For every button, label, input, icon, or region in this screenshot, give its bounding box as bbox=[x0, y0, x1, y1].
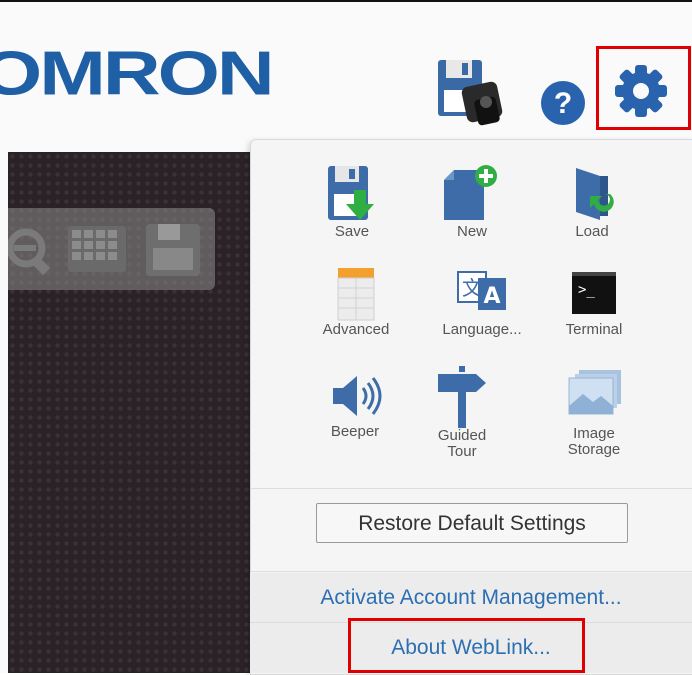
svg-text:>_: >_ bbox=[578, 282, 595, 298]
omron-logo: OMRON bbox=[0, 38, 275, 108]
terminal-label: Terminal bbox=[565, 321, 623, 338]
guided-tour-label-2: Tour bbox=[447, 443, 477, 460]
menu-item-image-storage[interactable]: Image Storage bbox=[534, 366, 654, 458]
guided-tour-label-1: Guided bbox=[437, 427, 487, 444]
language-label: Language... bbox=[442, 321, 522, 338]
grid-icon[interactable] bbox=[68, 226, 126, 272]
save-label: Save bbox=[334, 223, 370, 240]
canvas-toolbar-icons bbox=[6, 224, 200, 276]
menu-item-save[interactable]: Save bbox=[292, 164, 412, 240]
image-storage-icon bbox=[568, 370, 621, 415]
activate-account-management-link[interactable]: Activate Account Management... bbox=[250, 573, 692, 623]
signpost-icon bbox=[438, 366, 486, 428]
restore-default-settings-button[interactable]: Restore Default Settings bbox=[316, 503, 628, 543]
menu-item-beeper[interactable]: Beeper bbox=[295, 370, 415, 440]
image-storage-label-2: Storage bbox=[567, 441, 621, 458]
about-weblink-highlight-box bbox=[348, 618, 585, 673]
left-edge bbox=[0, 152, 8, 673]
gear-highlight-box bbox=[596, 46, 691, 130]
save-icon bbox=[328, 166, 374, 220]
terminal-icon: >_ bbox=[572, 272, 616, 314]
menu-separator-2 bbox=[250, 571, 692, 572]
speaker-icon bbox=[333, 376, 382, 416]
load-icon bbox=[576, 168, 614, 220]
canvas-toolbar bbox=[6, 208, 215, 290]
menu-separator-1 bbox=[250, 488, 692, 489]
beeper-label: Beeper bbox=[330, 423, 380, 440]
load-label: Load bbox=[575, 223, 609, 240]
advanced-table-icon bbox=[337, 268, 375, 321]
menu-item-terminal[interactable]: >_ Terminal bbox=[534, 268, 654, 338]
save-image-icon[interactable] bbox=[146, 224, 200, 276]
save-device-icon[interactable] bbox=[436, 58, 526, 135]
menu-item-guided-tour[interactable]: Guided Tour bbox=[402, 366, 522, 460]
menu-item-language[interactable]: 文 A Language... bbox=[422, 268, 542, 338]
menu-item-load[interactable]: Load bbox=[532, 164, 652, 240]
new-file-icon bbox=[444, 165, 497, 220]
menu-item-new[interactable]: New bbox=[412, 164, 532, 240]
language-icon: 文 A bbox=[457, 271, 506, 310]
svg-text:?: ? bbox=[554, 87, 572, 120]
image-storage-label-1: Image bbox=[573, 425, 615, 442]
new-label: New bbox=[456, 223, 487, 240]
svg-text:A: A bbox=[483, 284, 500, 309]
help-icon[interactable]: ? bbox=[538, 78, 588, 133]
zoom-out-icon[interactable] bbox=[6, 228, 51, 276]
advanced-label: Advanced bbox=[322, 321, 390, 338]
menu-item-advanced[interactable]: Advanced bbox=[296, 268, 416, 338]
